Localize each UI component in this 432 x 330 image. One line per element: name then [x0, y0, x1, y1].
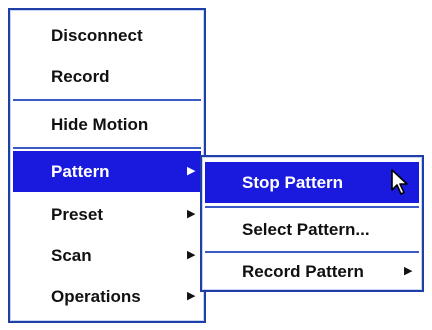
submenu-arrow-icon: ▶: [404, 265, 413, 277]
menu-item-disconnect[interactable]: Disconnect: [13, 15, 201, 56]
menu-item-label: Stop Pattern: [242, 172, 344, 192]
menu-item-select-pattern[interactable]: Select Pattern...: [205, 209, 419, 250]
submenu-arrow-icon: ▶: [187, 249, 196, 261]
menu-item-record[interactable]: Record: [13, 56, 201, 97]
menu-item-label: Pattern: [51, 161, 110, 181]
menu-item-preset[interactable]: Preset ▶: [13, 194, 201, 235]
menu-item-label: Preset: [51, 204, 103, 224]
menu-item-label: Select Pattern...: [242, 219, 370, 239]
menu-item-operations[interactable]: Operations ▶: [13, 276, 201, 317]
menu-item-stop-pattern[interactable]: Stop Pattern: [205, 162, 419, 203]
menu-separator: [13, 147, 201, 149]
menu-separator: [13, 99, 201, 101]
menu-item-hide-motion[interactable]: Hide Motion: [13, 104, 201, 145]
menu-item-label: Record Pattern: [242, 261, 364, 281]
submenu-arrow-icon: ▶: [187, 165, 196, 177]
menu-item-label: Scan: [51, 245, 92, 265]
menu-item-label: Operations: [51, 286, 141, 306]
menu-item-pattern[interactable]: Pattern ▶: [13, 151, 201, 192]
context-menu: Disconnect Record Hide Motion Pattern ▶ …: [8, 8, 206, 323]
submenu-arrow-icon: ▶: [187, 290, 196, 302]
menu-item-record-pattern[interactable]: Record Pattern ▶: [205, 251, 419, 292]
menu-separator: [205, 206, 419, 208]
mouse-pointer-icon: [391, 169, 408, 195]
submenu-arrow-icon: ▶: [187, 208, 196, 220]
menu-item-label: Record: [51, 66, 110, 86]
menu-item-label: Hide Motion: [51, 114, 149, 134]
menu-item-label: Disconnect: [51, 25, 143, 45]
menu-item-scan[interactable]: Scan ▶: [13, 235, 201, 276]
